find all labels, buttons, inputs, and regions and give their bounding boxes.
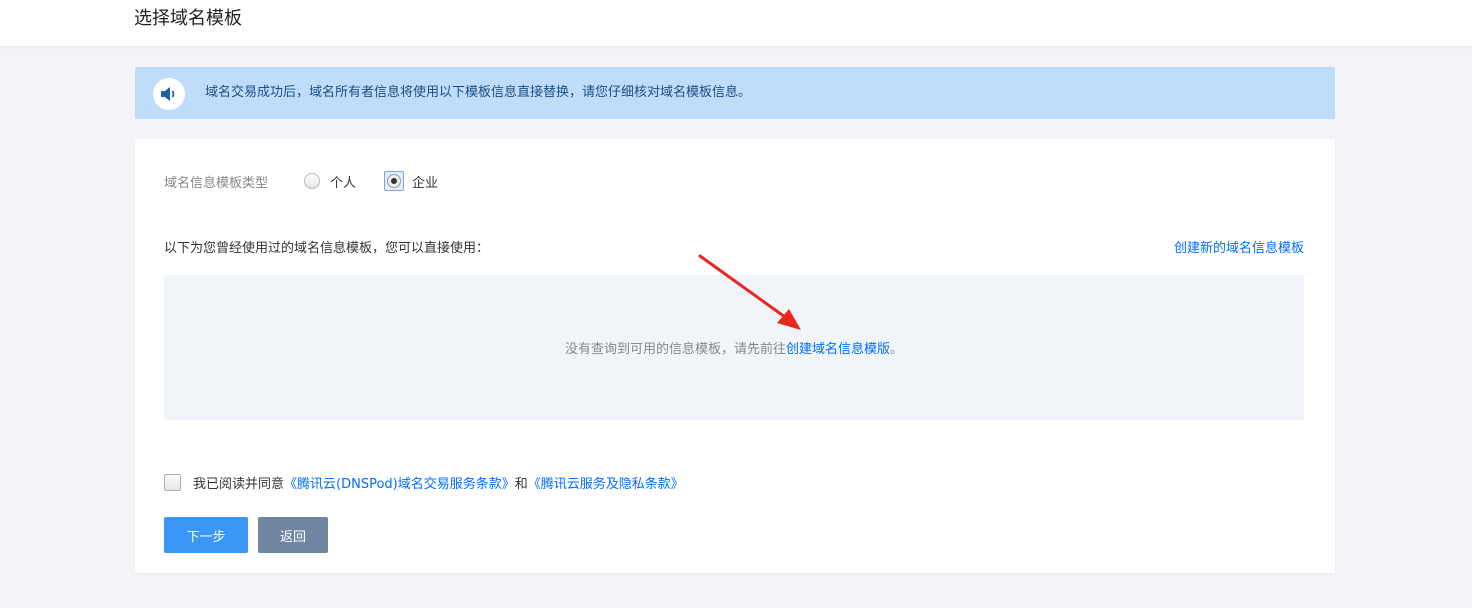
agreement-row: 我已阅读并同意 《腾讯云(DNSPod)域名交易服务条款》和《腾讯云服务及隐私条款…	[164, 473, 684, 492]
page-title: 选择域名模板	[134, 8, 242, 29]
speaker-icon	[153, 78, 185, 110]
agreement-conjunction: 和	[514, 477, 528, 492]
notice-banner: 域名交易成功后，域名所有者信息将使用以下模板信息直接替换，请您仔细核对域名模板信…	[135, 67, 1335, 119]
radio-enterprise-label: 企业	[412, 175, 439, 191]
page-header: 选择域名模板	[0, 0, 1472, 46]
empty-template-box: 没有查询到可用的信息模板，请先前往 创建域名信息模版。	[164, 275, 1304, 420]
back-button[interactable]: 返回	[258, 517, 328, 553]
radio-enterprise-control[interactable]	[384, 171, 405, 191]
notice-text: 域名交易成功后，域名所有者信息将使用以下模板信息直接替换，请您仔细核对域名模板信…	[205, 85, 752, 100]
privacy-terms-link[interactable]: 《腾讯云服务及隐私条款》	[528, 473, 684, 492]
radio-personal-control[interactable]	[304, 173, 321, 189]
empty-text: 没有查询到可用的信息模板，请先前往	[564, 342, 786, 357]
agreement-checkbox[interactable]	[164, 474, 181, 491]
radio-enterprise[interactable]: 企业	[384, 171, 438, 191]
radio-personal-label: 个人	[330, 175, 357, 191]
radio-personal[interactable]: 个人	[304, 172, 356, 191]
template-type-row: 域名信息模板类型 个人 企业	[164, 171, 466, 191]
dnspod-terms-link[interactable]: 《腾讯云(DNSPod)域名交易服务条款》	[284, 473, 515, 492]
template-card: 域名信息模板类型 个人 企业 以下为您曾经使用过的域名信息模板，您可以直接使用：…	[135, 139, 1335, 573]
next-button[interactable]: 下一步	[164, 517, 248, 553]
agreement-prefix: 我已阅读并同意	[193, 477, 285, 492]
template-type-label: 域名信息模板类型	[164, 175, 269, 191]
create-template-link[interactable]: 创建域名信息模版	[786, 338, 890, 357]
empty-suffix: 。	[890, 342, 904, 357]
create-new-template-link[interactable]: 创建新的域名信息模板	[1174, 237, 1304, 256]
history-hint: 以下为您曾经使用过的域名信息模板，您可以直接使用：	[164, 241, 490, 256]
